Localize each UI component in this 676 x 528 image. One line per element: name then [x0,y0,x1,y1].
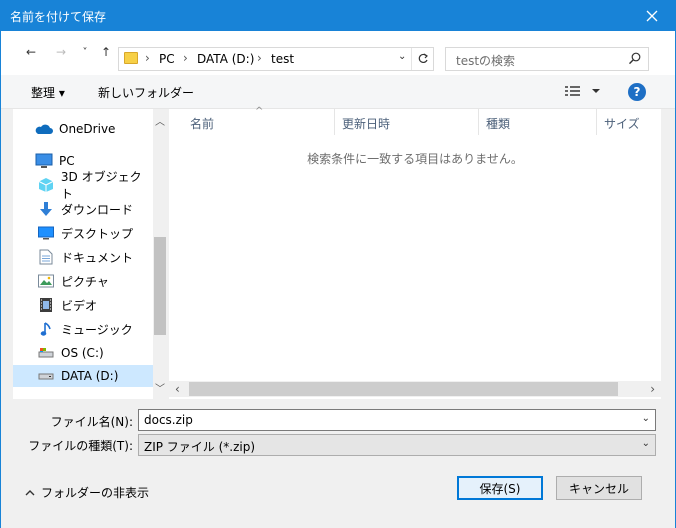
filetype-value: ZIP ファイル (*.zip) [144,440,256,454]
sidebar-item-label: DATA (D:) [61,369,119,383]
column-header-type[interactable]: 種類 [479,109,597,135]
breadcrumb-separator: › [183,51,188,65]
navigation-pane: OneDrive PC 3D オブジェクト ダウンロード デスクトップ ドキュメ… [13,109,167,399]
sidebar-item-data-d[interactable]: DATA (D:) [13,365,153,387]
sidebar-item-label: デスクトップ [61,226,134,241]
new-folder-button[interactable]: 新しいフォルダー [98,84,194,101]
details-view-icon [565,86,600,96]
command-bar: 整理 ▾ 新しいフォルダー ? [1,75,675,109]
empty-message: 検索条件に一致する項目はありません。 [307,152,523,166]
window-title: 名前を付けて保存 [10,10,107,24]
sidebar-item-3d-objects[interactable]: 3D オブジェクト [13,170,153,201]
close-button[interactable] [629,1,675,31]
refresh-icon [418,53,428,64]
documents-icon [37,249,55,265]
sidebar-item-label: ドキュメント [61,250,134,265]
chevron-right-icon[interactable]: › [650,382,655,396]
hide-folders-label: フォルダーの非表示 [41,486,150,500]
videos-icon [37,297,55,313]
back-button[interactable]: ← [21,42,41,62]
sidebar-item-label: 3D オブジェクト [60,170,142,201]
pc-icon [35,153,53,169]
sidebar-item-downloads[interactable]: ダウンロード [13,198,153,220]
filename-label: ファイル名(N): [50,415,133,429]
3d-objects-icon [37,177,55,193]
file-list: ^ 名前 更新日時 種類 サイズ 検索条件に一致する項目はありません。 ‹ › [169,106,661,399]
sidebar-item-label: OneDrive [59,122,116,136]
sidebar-item-pictures[interactable]: ピクチャ [13,270,153,292]
folder-icon [124,52,138,64]
save-button[interactable]: 保存(S) [457,476,543,500]
music-icon [37,321,55,337]
address-bar[interactable]: › PC › DATA (D:) › test ⌄ [118,47,434,71]
download-icon [37,201,55,217]
chevron-up-icon [25,489,35,495]
chevron-left-icon[interactable]: ‹ [175,382,180,396]
sidebar-item-videos[interactable]: ビデオ [13,294,153,316]
drive-icon [37,368,55,384]
sidebar-item-label: ミュージック [61,322,133,337]
help-button[interactable]: ? [628,83,646,101]
forward-button[interactable]: → [51,42,71,62]
sidebar-item-label: ビデオ [61,298,98,313]
pictures-icon [37,273,55,289]
column-header-name[interactable]: 名前 [183,109,335,135]
breadcrumb-pc[interactable]: PC [159,52,175,66]
filename-value: docs.zip [144,413,193,427]
sidebar-item-music[interactable]: ミュージック [13,318,153,340]
sidebar-item-label: PC [59,154,75,168]
chevron-down-icon[interactable]: ⌄ [642,413,650,424]
search-box[interactable]: testの検索 [445,47,649,71]
sidebar-item-onedrive[interactable]: OneDrive [13,118,153,140]
sidebar-item-documents[interactable]: ドキュメント [13,246,153,268]
breadcrumb-data-drive[interactable]: DATA (D:) [197,52,254,66]
view-options-button[interactable] [564,84,600,101]
save-dialog: 名前を付けて保存 ← → ˅ ↑ › PC › DATA (D:) › test… [0,0,676,528]
breadcrumb-separator: › [145,51,150,65]
save-form: ファイル名(N): docs.zip ⌄ ファイルの種類(T): ZIP ファイ… [1,399,675,528]
sidebar-scrollbar[interactable]: ︿ ﹀ [153,109,167,399]
file-list-scrollbar[interactable]: ‹ › [169,381,661,397]
breadcrumb-test[interactable]: test [271,52,294,66]
scrollbar-thumb[interactable] [154,237,166,335]
sidebar-item-label: ダウンロード [61,202,134,217]
hide-folders-button[interactable]: フォルダーの非表示 [25,484,149,501]
cancel-button[interactable]: キャンセル [556,476,642,500]
sidebar-item-label: OS (C:) [61,346,104,360]
chevron-down-icon[interactable]: ⌄ [398,51,406,62]
filetype-select[interactable]: ZIP ファイル (*.zip) ⌄ [138,434,656,456]
chevron-down-icon[interactable]: ﹀ [155,380,165,395]
close-icon [646,10,658,22]
desktop-icon [37,225,55,241]
chevron-down-icon[interactable]: ⌄ [642,438,650,449]
chevron-up-icon[interactable]: ︿ [155,113,165,128]
column-header-size[interactable]: サイズ [597,109,661,135]
scrollbar-thumb[interactable] [189,382,618,396]
column-header-modified[interactable]: 更新日時 [335,109,479,135]
onedrive-icon [35,121,53,137]
organize-button[interactable]: 整理 ▾ [31,84,65,101]
sidebar-item-os-c[interactable]: OS (C:) [13,342,153,364]
sidebar-item-label: ピクチャ [61,274,109,289]
up-button[interactable]: ↑ [96,42,116,62]
filename-input[interactable]: docs.zip ⌄ [138,409,656,431]
refresh-button[interactable] [411,48,433,70]
drive-icon [37,345,55,361]
sidebar-item-desktop[interactable]: デスクトップ [13,222,153,244]
breadcrumb-separator: › [257,51,262,65]
search-icon[interactable] [628,51,642,68]
navigation-bar: ← → ˅ ↑ › PC › DATA (D:) › test ⌄ testの検… [1,31,675,75]
search-input[interactable]: testの検索 [456,52,515,69]
recent-locations-button[interactable]: ˅ [75,42,95,62]
filetype-label: ファイルの種類(T): [28,439,133,453]
title-bar: 名前を付けて保存 [1,1,675,31]
